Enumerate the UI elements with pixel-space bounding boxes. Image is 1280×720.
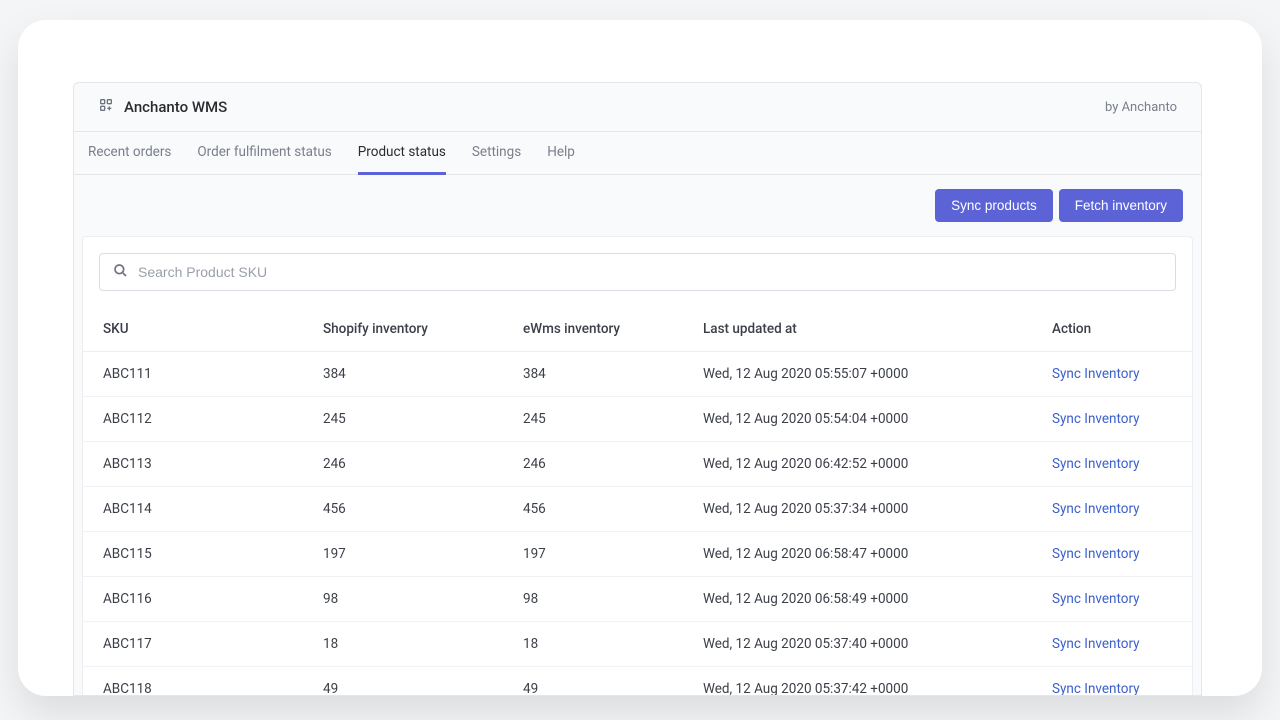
table-row: ABC113246246Wed, 12 Aug 2020 06:42:52 +0… [83,442,1192,487]
tab-help[interactable]: Help [547,132,575,175]
cell-sku: ABC115 [83,532,303,577]
tab-settings[interactable]: Settings [472,132,521,175]
cell-ewms: 384 [503,352,683,397]
tab-order-fulfilment-status[interactable]: Order fulfilment status [197,132,331,175]
tab-product-status[interactable]: Product status [358,132,446,175]
table-row: ABC1184949Wed, 12 Aug 2020 05:37:42 +000… [83,667,1192,697]
sync-inventory-link[interactable]: Sync Inventory [1052,546,1140,562]
fetch-inventory-button[interactable]: Fetch inventory [1059,189,1183,222]
title-bar: Anchanto WMS by Anchanto [74,83,1201,132]
search-input[interactable] [138,264,1163,280]
app-icon [98,97,114,117]
sync-inventory-link[interactable]: Sync Inventory [1052,681,1140,696]
cell-sku: ABC113 [83,442,303,487]
cell-updated: Wed, 12 Aug 2020 05:37:34 +0000 [683,487,1032,532]
cell-updated: Wed, 12 Aug 2020 05:37:40 +0000 [683,622,1032,667]
cell-ewms: 456 [503,487,683,532]
search-box[interactable] [99,253,1176,291]
cell-updated: Wed, 12 Aug 2020 05:54:04 +0000 [683,397,1032,442]
sync-inventory-link[interactable]: Sync Inventory [1052,456,1140,472]
col-ewms: eWms inventory [503,307,683,352]
cell-sku: ABC116 [83,577,303,622]
cell-shopify: 384 [303,352,503,397]
sync-inventory-link[interactable]: Sync Inventory [1052,411,1140,427]
sync-inventory-link[interactable]: Sync Inventory [1052,366,1140,382]
cell-updated: Wed, 12 Aug 2020 06:58:47 +0000 [683,532,1032,577]
cell-updated: Wed, 12 Aug 2020 05:55:07 +0000 [683,352,1032,397]
col-shopify: Shopify inventory [303,307,503,352]
cell-sku: ABC117 [83,622,303,667]
app-title: Anchanto WMS [124,98,227,116]
table-row: ABC1171818Wed, 12 Aug 2020 05:37:40 +000… [83,622,1192,667]
cell-ewms: 18 [503,622,683,667]
table-row: ABC1169898Wed, 12 Aug 2020 06:58:49 +000… [83,577,1192,622]
cell-sku: ABC111 [83,352,303,397]
byline: by Anchanto [1105,100,1177,115]
sync-inventory-link[interactable]: Sync Inventory [1052,636,1140,652]
table-row: ABC111384384Wed, 12 Aug 2020 05:55:07 +0… [83,352,1192,397]
cell-shopify: 18 [303,622,503,667]
cell-updated: Wed, 12 Aug 2020 06:42:52 +0000 [683,442,1032,487]
cell-updated: Wed, 12 Aug 2020 06:58:49 +0000 [683,577,1032,622]
cell-ewms: 246 [503,442,683,487]
cell-sku: ABC112 [83,397,303,442]
col-sku: SKU [83,307,303,352]
cell-updated: Wed, 12 Aug 2020 05:37:42 +0000 [683,667,1032,697]
cell-ewms: 245 [503,397,683,442]
cell-shopify: 245 [303,397,503,442]
tabs: Recent orders Order fulfilment status Prod… [74,132,1201,175]
cell-sku: ABC114 [83,487,303,532]
sync-inventory-link[interactable]: Sync Inventory [1052,591,1140,607]
col-action: Action [1032,307,1192,352]
col-updated: Last updated at [683,307,1032,352]
product-table: SKU Shopify inventory eWms inventory Las… [83,307,1192,696]
cell-shopify: 246 [303,442,503,487]
cell-ewms: 49 [503,667,683,697]
cell-shopify: 456 [303,487,503,532]
cell-sku: ABC118 [83,667,303,697]
action-bar: Sync products Fetch inventory [74,175,1201,236]
table-row: ABC115197197Wed, 12 Aug 2020 06:58:47 +0… [83,532,1192,577]
table-row: ABC112245245Wed, 12 Aug 2020 05:54:04 +0… [83,397,1192,442]
table-row: ABC114456456Wed, 12 Aug 2020 05:37:34 +0… [83,487,1192,532]
sync-inventory-link[interactable]: Sync Inventory [1052,501,1140,517]
tab-recent-orders[interactable]: Recent orders [88,132,171,175]
search-icon [112,262,128,282]
cell-ewms: 197 [503,532,683,577]
cell-shopify: 197 [303,532,503,577]
sync-products-button[interactable]: Sync products [935,189,1053,222]
cell-shopify: 98 [303,577,503,622]
cell-ewms: 98 [503,577,683,622]
cell-shopify: 49 [303,667,503,697]
